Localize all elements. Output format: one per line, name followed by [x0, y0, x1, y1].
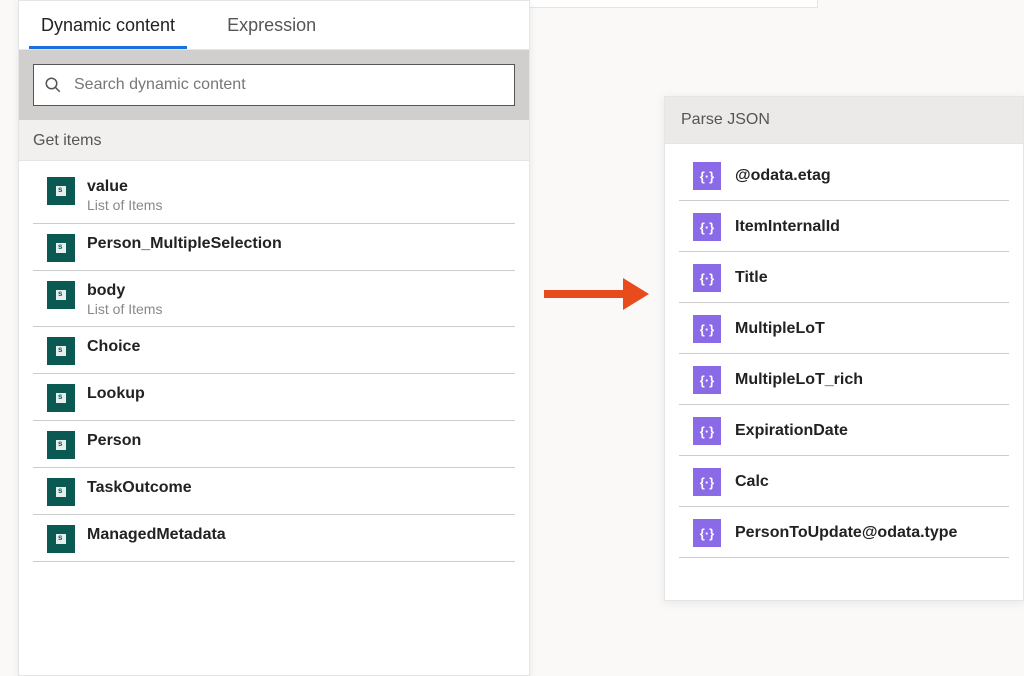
item-title: Title	[735, 269, 768, 287]
list-item[interactable]: value List of Items	[33, 167, 515, 224]
item-title: Choice	[87, 337, 140, 357]
group-header-get-items: Get items	[19, 120, 529, 161]
parse-json-list: {·} @odata.etag {·} ItemInternalId {·} T…	[665, 144, 1023, 558]
json-braces-icon: {·}	[693, 366, 721, 394]
item-title: TaskOutcome	[87, 478, 192, 498]
sharepoint-icon	[47, 234, 75, 262]
list-item[interactable]: {·} PersonToUpdate@odata.type	[679, 507, 1009, 558]
dynamic-items-list: value List of Items Person_MultipleSelec…	[19, 161, 529, 675]
item-title: body	[87, 281, 162, 301]
json-braces-icon: {·}	[693, 162, 721, 190]
item-title: @odata.etag	[735, 167, 831, 185]
item-title: MultipleLoT_rich	[735, 371, 863, 389]
sharepoint-icon	[47, 177, 75, 205]
item-title: Calc	[735, 473, 769, 491]
list-item[interactable]: {·} MultipleLoT	[679, 303, 1009, 354]
sharepoint-icon	[47, 431, 75, 459]
search-box[interactable]	[33, 64, 515, 106]
item-title: value	[87, 177, 162, 197]
list-item[interactable]: ManagedMetadata	[33, 515, 515, 562]
item-subtitle: List of Items	[87, 197, 162, 215]
arrow-icon	[544, 280, 649, 308]
tab-dynamic-content[interactable]: Dynamic content	[29, 1, 187, 49]
search-container	[19, 50, 529, 120]
item-title: MultipleLoT	[735, 320, 825, 338]
item-subtitle: List of Items	[87, 301, 162, 319]
tab-expression[interactable]: Expression	[215, 1, 328, 49]
parse-json-panel: Parse JSON {·} @odata.etag {·} ItemInter…	[664, 96, 1024, 601]
json-braces-icon: {·}	[693, 213, 721, 241]
list-item[interactable]: Person_MultipleSelection	[33, 224, 515, 271]
json-braces-icon: {·}	[693, 417, 721, 445]
item-title: ItemInternalId	[735, 218, 840, 236]
sharepoint-icon	[47, 384, 75, 412]
sharepoint-icon	[47, 478, 75, 506]
search-input[interactable]	[74, 76, 504, 94]
sharepoint-icon	[47, 525, 75, 553]
tabs-bar: Dynamic content Expression	[19, 1, 529, 50]
list-item[interactable]: Person	[33, 421, 515, 468]
list-item[interactable]: {·} MultipleLoT_rich	[679, 354, 1009, 405]
dynamic-content-panel: Dynamic content Expression Get items val…	[18, 0, 530, 676]
list-item[interactable]: Lookup	[33, 374, 515, 421]
search-icon	[44, 76, 62, 94]
item-title: Person_MultipleSelection	[87, 234, 282, 254]
list-item[interactable]: {·} @odata.etag	[679, 150, 1009, 201]
item-title: Lookup	[87, 384, 145, 404]
parse-json-header: Parse JSON	[665, 97, 1023, 144]
list-item[interactable]: {·} ItemInternalId	[679, 201, 1009, 252]
list-item[interactable]: body List of Items	[33, 271, 515, 328]
list-item[interactable]: {·} ExpirationDate	[679, 405, 1009, 456]
json-braces-icon: {·}	[693, 519, 721, 547]
list-item[interactable]: {·} Calc	[679, 456, 1009, 507]
list-item[interactable]: Choice	[33, 327, 515, 374]
sharepoint-icon	[47, 337, 75, 365]
item-title: ExpirationDate	[735, 422, 848, 440]
item-title: ManagedMetadata	[87, 525, 226, 545]
json-braces-icon: {·}	[693, 315, 721, 343]
json-braces-icon: {·}	[693, 468, 721, 496]
list-item[interactable]: TaskOutcome	[33, 468, 515, 515]
item-title: PersonToUpdate@odata.type	[735, 524, 957, 542]
item-title: Person	[87, 431, 141, 451]
sharepoint-icon	[47, 281, 75, 309]
json-braces-icon: {·}	[693, 264, 721, 292]
list-item[interactable]: {·} Title	[679, 252, 1009, 303]
